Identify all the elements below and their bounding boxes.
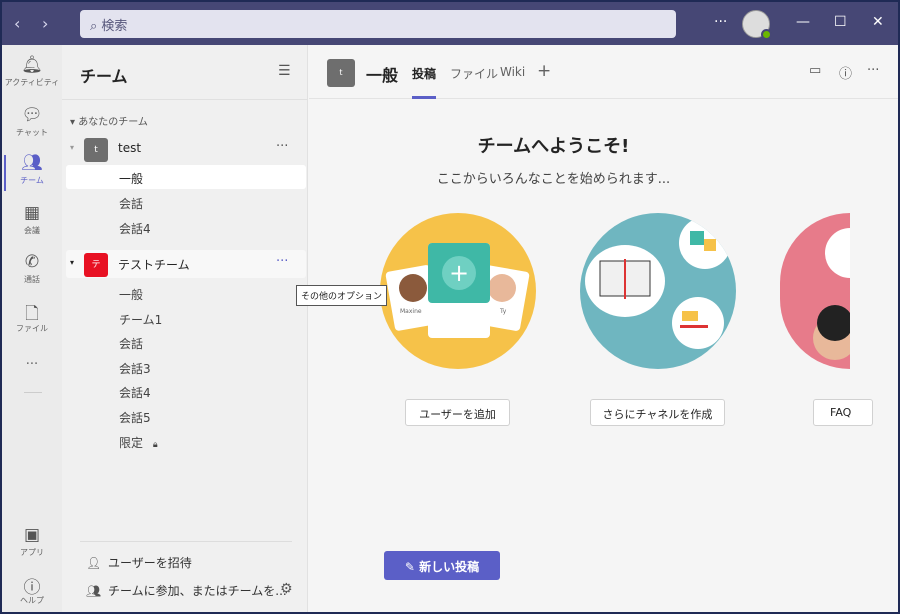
search-input[interactable]: ⌕ 検索: [80, 10, 676, 38]
avatar[interactable]: [742, 10, 772, 40]
channel-item[interactable]: 会話4: [66, 215, 306, 239]
channel-item[interactable]: 会話: [66, 190, 306, 214]
filter-icon[interactable]: ☰: [278, 63, 291, 79]
more-options-button[interactable]: ···: [276, 254, 288, 269]
channel-title: 一般: [366, 66, 399, 85]
calendar-icon: ▦: [23, 203, 41, 223]
tab-files[interactable]: ファイル: [450, 65, 498, 82]
new-post-button[interactable]: ✎ 新しい投稿: [384, 551, 500, 580]
channel-item[interactable]: 一般: [66, 281, 306, 305]
welcome-title: チームへようこそ!: [477, 136, 630, 157]
add-users-illustration: + Maxine Ty: [380, 213, 536, 369]
create-channel-illustration: [580, 213, 736, 369]
bell-icon: 🔔︎: [21, 55, 43, 75]
more-button[interactable]: ···: [867, 63, 879, 78]
file-icon: 🗋: [25, 304, 39, 324]
close-button[interactable]: ✕: [872, 14, 884, 30]
more-button[interactable]: ···: [714, 14, 727, 30]
team-avatar: t: [84, 138, 108, 162]
app-rail: 🔔︎ アクティビティ 💬︎ チャット 👥︎ チーム ▦ 会議 ✆ 通話 🗋 ファイル ···…: [2, 45, 62, 612]
teams-window: ‹ › ⌕ 検索 ··· — ☐ ✕ 🔔︎ アクティビティ 💬︎ チャット 👥︎ チー…: [2, 2, 898, 612]
rail-help[interactable]: ⓘ ヘルプ: [2, 573, 62, 606]
join-or-create-team-button[interactable]: 👥︎ チームに参加、またはチームを...: [86, 582, 287, 599]
rail-files[interactable]: 🗋 ファイル: [2, 301, 62, 334]
create-channel-button[interactable]: さらにチャネルを作成: [590, 399, 725, 426]
rail-teams[interactable]: 👥︎ チーム: [2, 153, 62, 191]
channel-item[interactable]: 会話3: [66, 355, 306, 379]
tab-posts[interactable]: 投稿: [412, 65, 437, 99]
teams-list-panel: チーム ☰ ▾ あなたのチーム ▾ t test ··· 一般 会話 会話4 ▾…: [62, 45, 308, 612]
rail-calls[interactable]: ✆ 通話: [2, 252, 62, 285]
divider: [80, 541, 292, 542]
rail-chat[interactable]: 💬︎ チャット: [2, 105, 62, 138]
add-tab-button[interactable]: +: [537, 61, 551, 81]
channel-item[interactable]: 会話4: [66, 379, 306, 403]
rail-apps[interactable]: ▣ アプリ: [2, 525, 62, 558]
maximize-button[interactable]: ☐: [834, 14, 847, 30]
compose-icon: ✎: [404, 560, 420, 574]
team-test[interactable]: ▾ t test ···: [66, 135, 306, 163]
title-bar: ‹ › ⌕ 検索 ··· — ☐ ✕: [2, 2, 898, 45]
channel-header: t 一般 投稿 ファイル Wiki + ▭ ⓘ ···: [309, 45, 898, 99]
divider: [62, 99, 308, 100]
video-icon[interactable]: ▭: [809, 63, 821, 78]
help-icon: ⓘ: [23, 578, 41, 598]
search-icon: ⌕: [90, 19, 102, 34]
teams-icon: 👥︎: [21, 153, 43, 173]
panel-title: チーム: [80, 67, 128, 86]
channel-item[interactable]: チーム1: [66, 306, 306, 330]
rail-divider: [24, 392, 42, 393]
rail-more[interactable]: ···: [2, 357, 62, 372]
welcome-subtitle: ここからいろんなことを始められます...: [436, 172, 671, 187]
status-available-icon: [761, 29, 772, 40]
rail-activity[interactable]: 🔔︎ アクティビティ: [2, 55, 62, 88]
team-test-team[interactable]: ▾ テ テストチーム ···: [66, 250, 306, 278]
lock-icon: 🔒︎: [152, 440, 158, 450]
channel-item[interactable]: 会話5: [66, 404, 306, 428]
rail-meetings[interactable]: ▦ 会議: [2, 203, 62, 236]
faq-illustration: [780, 213, 850, 369]
tooltip: その他のオプション: [296, 285, 388, 306]
phone-icon: ✆: [24, 252, 40, 272]
invite-users-button[interactable]: 👤︎ ユーザーを招待: [86, 554, 192, 571]
collapse-icon: ▾: [70, 143, 75, 152]
tab-wiki[interactable]: Wiki: [500, 65, 525, 79]
chat-icon: 💬︎: [21, 105, 43, 125]
card-name: Maxine: [400, 308, 422, 315]
card-name: Ty: [499, 308, 507, 315]
channel-item[interactable]: 一般: [66, 165, 306, 189]
channel-item[interactable]: 会話: [66, 330, 306, 354]
svg-text:+: +: [449, 259, 469, 287]
invite-user-icon: 👤︎: [86, 556, 102, 570]
collapse-icon: ▾: [70, 258, 75, 267]
team-avatar: テ: [84, 253, 108, 277]
more-options-button[interactable]: ···: [276, 139, 288, 154]
gear-icon[interactable]: ⚙: [280, 581, 293, 597]
forward-button[interactable]: ›: [42, 14, 48, 33]
apps-icon: ▣: [23, 525, 41, 545]
section-your-teams[interactable]: ▾ あなたのチーム: [70, 113, 148, 128]
back-button[interactable]: ‹: [14, 14, 20, 33]
channel-item-private[interactable]: 限定 🔒︎: [66, 429, 306, 453]
add-team-icon: 👥︎: [86, 584, 102, 598]
add-users-button[interactable]: ユーザーを追加: [405, 399, 510, 426]
info-icon[interactable]: ⓘ: [839, 63, 852, 82]
team-avatar: t: [327, 59, 355, 87]
faq-button[interactable]: FAQ: [813, 399, 873, 426]
minimize-button[interactable]: —: [796, 14, 810, 30]
